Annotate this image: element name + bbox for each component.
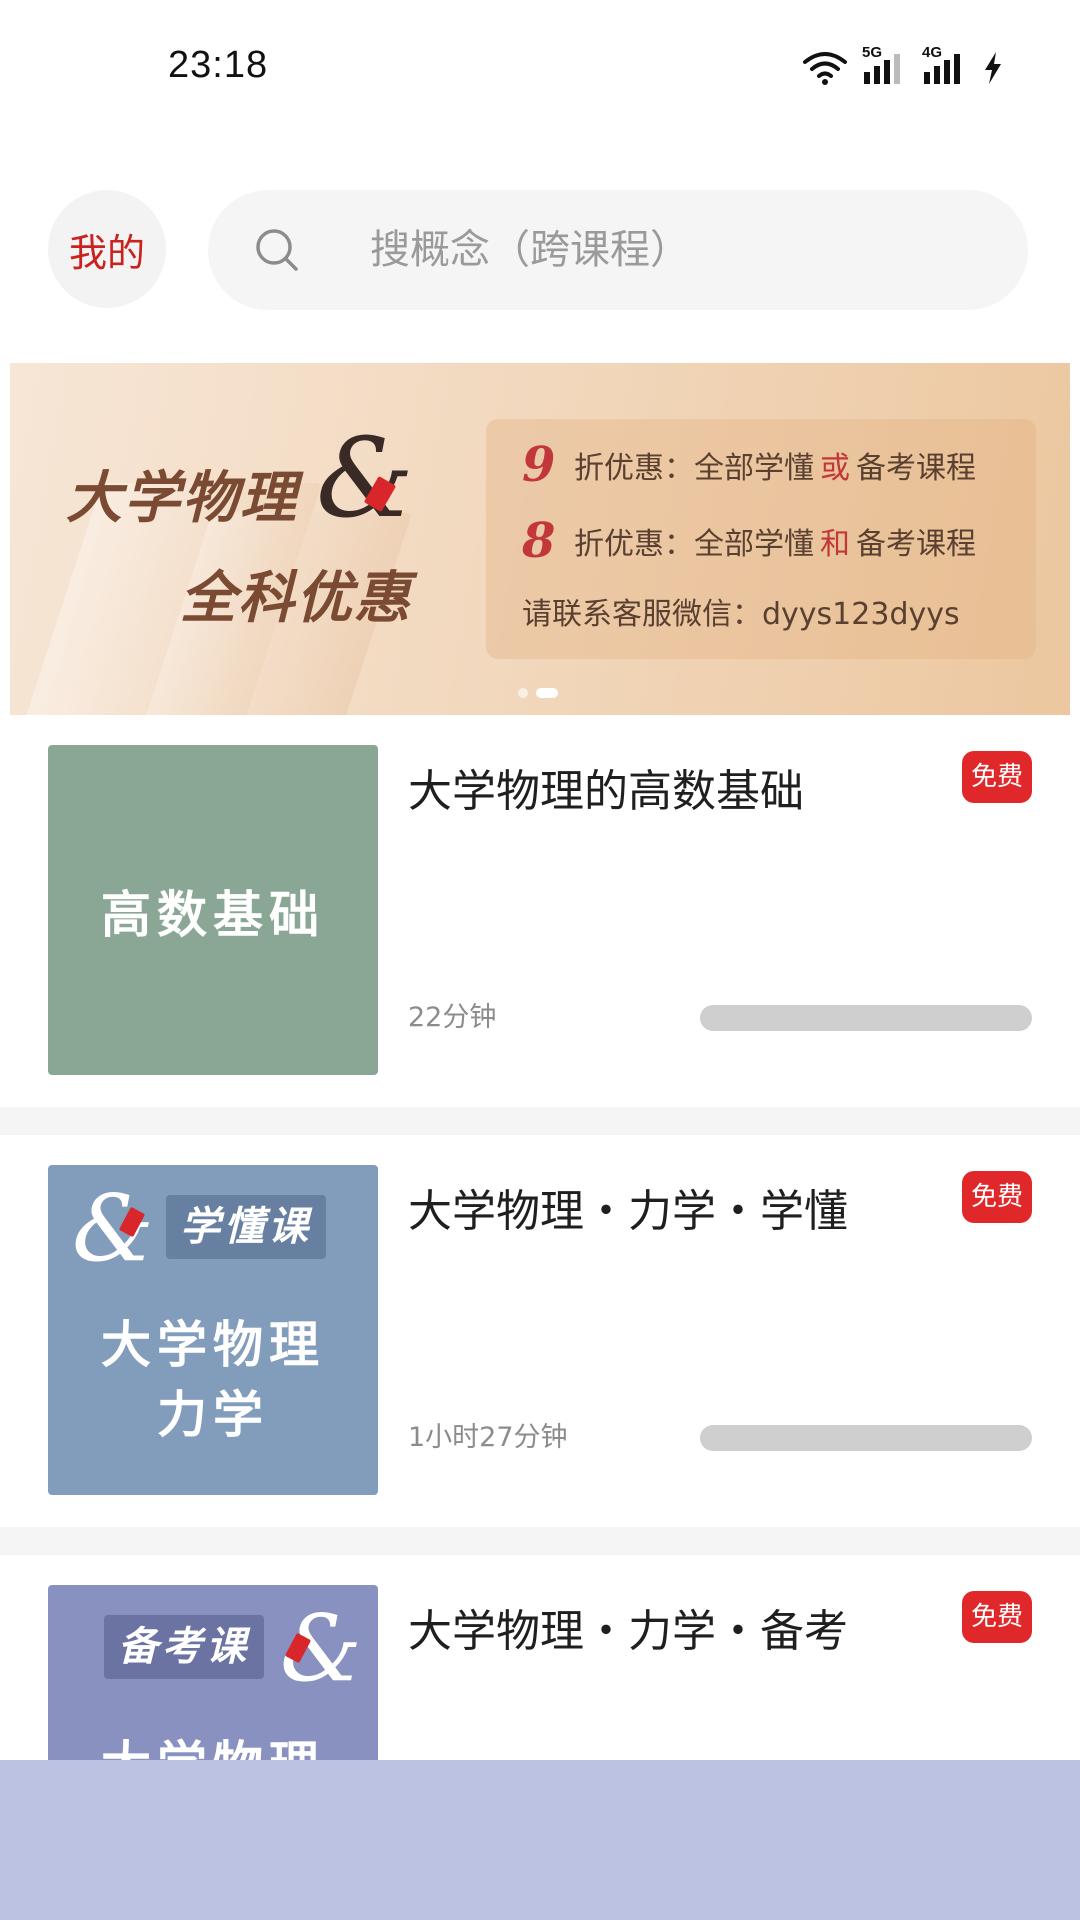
banner-title-line2: 全科优惠 [180,566,412,631]
status-icons: 5G 4G [802,44,1004,86]
promo-number: 9 [522,437,556,493]
course-card[interactable]: 高数基础 大学物理的高数基础 免费 22分钟 [0,715,1080,1107]
cover-tag: 备考课 [104,1615,264,1679]
course-duration: 1小时27分钟 [408,1422,568,1453]
course-cover[interactable]: & 学懂课 大学物理 力学 [48,1165,378,1495]
divider [0,1527,1080,1555]
banner-dot-active[interactable] [536,688,558,698]
search-placeholder: 搜概念（跨课程） [370,227,690,273]
status-bar: 23:18 5G 4G [0,0,1080,140]
promo-highlight: 或 [820,451,850,486]
banner-promo-panel: 9 折优惠：全部学懂 或 备考课程 8 折优惠：全部学懂 和 备考课程 请联系客… [486,419,1036,659]
signal-5g: 5G [862,44,908,86]
promo-text: 折优惠：全部学懂 [574,527,814,562]
charging-icon [985,52,1001,84]
banner-dot[interactable] [518,688,528,698]
wifi-icon [803,52,847,85]
course-title: 大学物理・力学・学懂 [408,1186,848,1237]
promo-line-2: 8 折优惠：全部学懂 和 备考课程 [522,513,976,569]
free-badge: 免费 [962,1591,1032,1643]
progress-bar [700,1425,1032,1451]
search-icon [256,229,298,271]
promo-text: 备考课程 [856,451,976,486]
promo-banner[interactable]: 大学物理 & 全科优惠 9 折优惠：全部学懂 或 备考课程 8 折优惠：全部学懂… [10,363,1070,715]
signal-4g: 4G [922,44,968,86]
cover-title-line1: 大学物理 [101,1316,325,1374]
course-title: 大学物理的高数基础 [408,766,804,817]
promo-contact: 请联系客服微信：dyys123dyys [522,597,960,632]
cover-logo: & [72,1175,154,1282]
cover-title-line2: 力学 [157,1386,269,1444]
free-badge: 免费 [962,751,1032,803]
promo-text: 备考课程 [856,527,976,562]
cover-title: 高数基础 [101,886,325,944]
banner-pagination[interactable] [518,688,558,698]
promo-highlight: 和 [820,527,850,562]
signal-5g-label: 5G [862,44,883,61]
course-cover[interactable]: 高数基础 [48,745,378,1075]
course-card[interactable]: & 学懂课 大学物理 力学 大学物理・力学・学懂 免费 1小时27分钟 [0,1135,1080,1527]
promo-line-1: 9 折优惠：全部学懂 或 备考课程 [522,437,976,493]
divider [0,1107,1080,1135]
banner-title-line1: 大学物理 [66,466,298,531]
course-title: 大学物理・力学・备考 [408,1606,848,1657]
progress-bar [700,1005,1032,1031]
search-bar[interactable]: 搜概念（跨课程） [208,190,1028,310]
bottom-overlay [0,1760,1080,1920]
free-badge: 免费 [962,1171,1032,1223]
me-button[interactable]: 我的 [48,190,166,308]
status-time: 23:18 [168,44,269,86]
promo-text: 折优惠：全部学懂 [574,451,814,486]
cover-tag: 学懂课 [166,1195,326,1259]
signal-4g-label: 4G [922,44,943,61]
banner-logo: & [316,414,414,542]
course-duration: 22分钟 [408,1002,497,1033]
promo-number: 8 [522,513,556,569]
